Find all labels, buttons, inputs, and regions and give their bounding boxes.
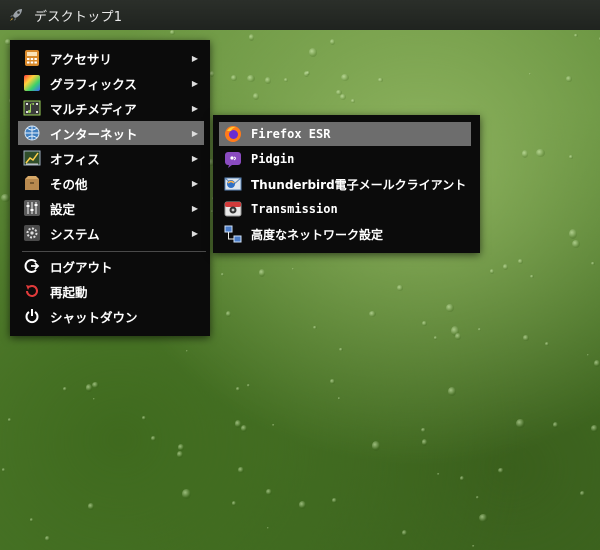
logout-icon <box>22 256 42 276</box>
menu-item-label: マルチメディア <box>50 101 137 117</box>
firefox-icon <box>223 124 243 144</box>
menu-item-system[interactable]: システム ▶ <box>18 221 204 245</box>
submenu-item-pidgin[interactable]: Pidgin <box>219 147 471 171</box>
logout-label: ログアウト <box>50 259 113 275</box>
taskbar: デスクトップ1 <box>0 0 600 30</box>
internet-icon <box>22 123 42 143</box>
transmission-icon <box>223 199 243 219</box>
menu-separator <box>22 251 206 252</box>
accessories-icon <box>22 48 42 68</box>
menu-item-office[interactable]: オフィス ▶ <box>18 146 204 170</box>
desktop-title: デスクトップ1 <box>34 9 123 25</box>
submenu-item-label: 高度なネットワーク設定 <box>251 227 384 242</box>
submenu-item-label: Thunderbird電子メールクライアント <box>251 177 467 192</box>
menu-item-multimedia[interactable]: マルチメディア ▶ <box>18 96 204 120</box>
menu-item-label: システム <box>50 226 100 242</box>
submenu-item-thunderbird[interactable]: Thunderbird電子メールクライアント <box>219 172 471 196</box>
submenu-arrow-icon: ▶ <box>191 178 198 188</box>
menu-item-settings[interactable]: 設定 ▶ <box>18 196 204 220</box>
system-icon <box>22 223 42 243</box>
menu-item-label: 設定 <box>50 201 76 217</box>
network-icon <box>223 224 243 244</box>
thunderbird-icon <box>223 174 243 194</box>
rocket-icon[interactable] <box>6 5 26 25</box>
logout-button[interactable]: ログアウト <box>18 254 204 278</box>
menu-item-other[interactable]: その他 ▶ <box>18 171 204 195</box>
menu-item-label: オフィス <box>50 151 100 167</box>
submenu-arrow-icon: ▶ <box>191 53 198 63</box>
submenu-item-label: Pidgin <box>251 152 295 166</box>
restart-button[interactable]: 再起動 <box>18 279 204 303</box>
power-icon <box>22 306 42 326</box>
submenu-arrow-icon: ▶ <box>191 78 198 88</box>
menu-item-label: グラフィックス <box>50 76 137 92</box>
submenu-item-label: Transmission <box>251 202 338 216</box>
restart-icon <box>22 281 42 301</box>
menu-item-graphics[interactable]: グラフィックス ▶ <box>18 71 204 95</box>
pidgin-icon <box>223 149 243 169</box>
menu-item-label: その他 <box>50 176 88 192</box>
submenu-arrow-icon: ▶ <box>191 128 198 138</box>
multimedia-icon <box>22 98 42 118</box>
menu-item-internet[interactable]: インターネット ▶ <box>18 121 204 145</box>
menu-item-label: インターネット <box>50 126 138 142</box>
submenu-arrow-icon: ▶ <box>191 103 198 113</box>
main-menu: アクセサリ ▶ グラフィックス ▶ マルチメディア ▶ インターネット ▶ オフ… <box>10 40 210 336</box>
submenu-item-firefox[interactable]: Firefox ESR <box>219 122 471 146</box>
office-icon <box>22 148 42 168</box>
submenu-arrow-icon: ▶ <box>191 203 198 213</box>
internet-submenu: Firefox ESR Pidgin Thunderbird電子メールクライアン… <box>213 115 480 253</box>
submenu-item-label: Firefox ESR <box>251 127 331 141</box>
submenu-arrow-icon: ▶ <box>191 153 198 163</box>
restart-label: 再起動 <box>50 284 88 300</box>
settings-icon <box>22 198 42 218</box>
submenu-arrow-icon: ▶ <box>191 228 198 238</box>
other-icon <box>22 173 42 193</box>
menu-item-accessories[interactable]: アクセサリ ▶ <box>18 46 204 70</box>
submenu-item-network-settings[interactable]: 高度なネットワーク設定 <box>219 222 471 246</box>
menu-item-label: アクセサリ <box>50 51 112 67</box>
graphics-icon <box>22 73 42 93</box>
submenu-item-transmission[interactable]: Transmission <box>219 197 471 221</box>
shutdown-button[interactable]: シャットダウン <box>18 304 204 328</box>
shutdown-label: シャットダウン <box>50 309 138 325</box>
